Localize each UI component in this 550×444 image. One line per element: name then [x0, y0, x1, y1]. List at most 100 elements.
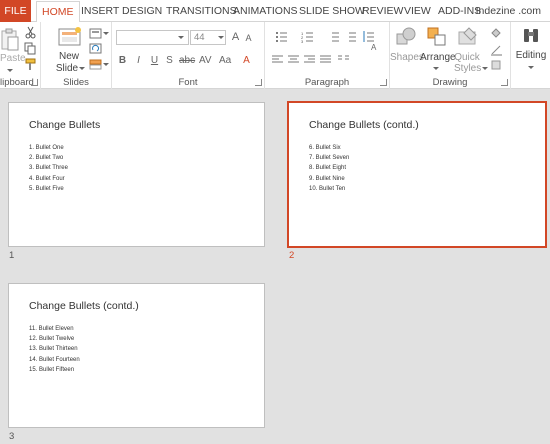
shape-outline-icon[interactable]: [490, 43, 503, 56]
bold-icon[interactable]: B: [117, 54, 128, 67]
tab-review[interactable]: REVIEW: [362, 0, 403, 22]
slide-thumbnail-1[interactable]: Change Bullets 1. Bullet One 2. Bullet T…: [8, 102, 265, 247]
shapes-icon[interactable]: [395, 26, 417, 48]
arrange-icon[interactable]: [426, 26, 448, 48]
list-item: 4. Bullet Four: [29, 175, 65, 182]
copy-icon[interactable]: [24, 42, 37, 55]
layout-dropdown-icon[interactable]: [103, 32, 109, 35]
numbering-icon[interactable]: 123: [301, 30, 314, 43]
tab-file[interactable]: FILE: [0, 0, 31, 22]
shape-fill-icon[interactable]: [490, 27, 503, 40]
paragraph-launcher-icon[interactable]: [380, 79, 387, 86]
slide-thumbnail-2[interactable]: Change Bullets (contd.) 6. Bullet Six 7.…: [287, 101, 547, 248]
tab-home[interactable]: HOME: [36, 1, 80, 23]
drawing-launcher-icon[interactable]: [501, 79, 508, 86]
editing-group: Editing: [511, 22, 550, 89]
quick-styles-icon[interactable]: [457, 26, 479, 48]
quick-styles-dropdown-icon[interactable]: [482, 67, 488, 70]
font-launcher-icon[interactable]: [255, 79, 262, 86]
new-slide-label-new[interactable]: New: [55, 51, 83, 62]
italic-icon[interactable]: I: [133, 54, 144, 67]
layout-icon[interactable]: [89, 27, 102, 40]
cut-icon[interactable]: [24, 26, 37, 39]
paragraph-group: 123 A Paragraph: [265, 22, 390, 89]
shadow-icon[interactable]: S: [164, 54, 175, 67]
font-group-label: Font: [178, 77, 198, 88]
text-direction-icon[interactable]: A: [369, 40, 382, 53]
font-group: 44 A A B I U S abc AV Aa A Font: [112, 22, 265, 89]
align-right-icon[interactable]: [303, 53, 316, 66]
shape-effects-icon[interactable]: [490, 59, 503, 72]
slide-title: Change Bullets (contd.): [309, 119, 419, 131]
tab-slideshow[interactable]: SLIDE SHOW: [299, 0, 365, 22]
arrange-dropdown-icon[interactable]: [433, 67, 439, 70]
slide-bullet-list: 11. Bullet Eleven 12. Bullet Twelve 13. …: [29, 324, 80, 375]
shapes-label[interactable]: Shapes: [390, 52, 424, 63]
align-left-icon[interactable]: [271, 53, 284, 66]
tab-design[interactable]: DESIGN: [122, 0, 162, 22]
slide-title: Change Bullets: [29, 119, 101, 131]
shrink-font-icon[interactable]: A: [243, 32, 254, 45]
grow-font-icon[interactable]: A: [230, 31, 241, 44]
list-item: 5. Bullet Five: [29, 185, 64, 192]
tab-animations[interactable]: ANIMATIONS: [233, 0, 298, 22]
increase-indent-icon[interactable]: [344, 30, 357, 43]
list-item: 8. Bullet Eight: [309, 165, 347, 172]
binoculars-icon[interactable]: [521, 26, 541, 48]
slide-number-1: 1: [9, 250, 15, 261]
slide-number-3: 3: [9, 431, 15, 442]
new-slide-dropdown-icon[interactable]: [79, 67, 85, 70]
clipboard-launcher-icon[interactable]: [31, 79, 38, 86]
list-item: 3. Bullet Three: [29, 165, 68, 172]
align-center-icon[interactable]: [287, 53, 300, 66]
tab-transitions[interactable]: TRANSITIONS: [166, 0, 237, 22]
list-item: 2. Bullet Two: [29, 155, 64, 162]
list-item: 15. Bullet Fifteen: [29, 366, 75, 373]
character-spacing-icon[interactable]: AV: [199, 54, 212, 67]
drawing-group-label: Drawing: [432, 77, 468, 88]
ribbon-tab-bar: FILE HOME INSERT DESIGN TRANSITIONS ANIM…: [0, 0, 550, 23]
format-painter-icon[interactable]: [24, 58, 37, 71]
tab-view[interactable]: VIEW: [404, 0, 431, 22]
paste-dropdown-icon[interactable]: [7, 69, 13, 72]
editing-dropdown-icon[interactable]: [528, 66, 534, 69]
list-item: 7. Bullet Seven: [309, 155, 350, 162]
paste-icon[interactable]: [0, 28, 20, 52]
account-name[interactable]: Indezine .com: [476, 0, 541, 22]
strikethrough-icon[interactable]: abc: [179, 54, 195, 67]
styles-label[interactable]: Styles: [454, 63, 481, 74]
columns-icon[interactable]: [337, 53, 350, 66]
tab-insert[interactable]: INSERT: [81, 0, 119, 22]
new-slide-label-slide[interactable]: Slide: [53, 63, 81, 74]
list-item: 10. Bullet Ten: [309, 185, 346, 192]
underline-icon[interactable]: U: [149, 54, 160, 67]
slide-bullet-list: 6. Bullet Six 7. Bullet Seven 8. Bullet …: [309, 143, 349, 194]
list-item: 14. Bullet Fourteen: [29, 356, 80, 363]
list-item: 13. Bullet Thirteen: [29, 346, 78, 353]
slide-title: Change Bullets (contd.): [29, 300, 139, 312]
drawing-group: Shapes Arrange Quick Styles Drawing: [390, 22, 511, 89]
section-icon[interactable]: [89, 58, 102, 71]
list-item: 11. Bullet Eleven: [29, 326, 74, 332]
editing-label[interactable]: Editing: [513, 50, 549, 61]
font-name-dropdown-icon[interactable]: [178, 36, 184, 39]
quick-label[interactable]: Quick: [454, 52, 480, 63]
change-case-icon[interactable]: Aa: [219, 54, 231, 67]
bullets-icon[interactable]: [275, 30, 288, 43]
slide-thumbnail-3[interactable]: Change Bullets (contd.) 11. Bullet Eleve…: [8, 283, 265, 428]
reset-icon[interactable]: [89, 42, 102, 55]
svg-text:A: A: [371, 43, 377, 52]
new-slide-icon[interactable]: [57, 26, 83, 48]
arrange-label[interactable]: Arrange: [420, 52, 456, 63]
list-item: 12. Bullet Twelve: [29, 336, 75, 343]
justify-icon[interactable]: [319, 53, 332, 66]
section-dropdown-icon[interactable]: [103, 63, 109, 66]
font-color-icon[interactable]: A: [241, 54, 252, 67]
paste-label[interactable]: Paste: [0, 53, 26, 64]
list-item: 1. Bullet One: [29, 145, 64, 151]
slides-group: New Slide Slides: [41, 22, 112, 89]
font-size-dropdown-icon[interactable]: [218, 36, 224, 39]
decrease-indent-icon[interactable]: [327, 30, 340, 43]
slide-number-2: 2: [289, 250, 295, 261]
svg-text:3: 3: [301, 39, 304, 43]
